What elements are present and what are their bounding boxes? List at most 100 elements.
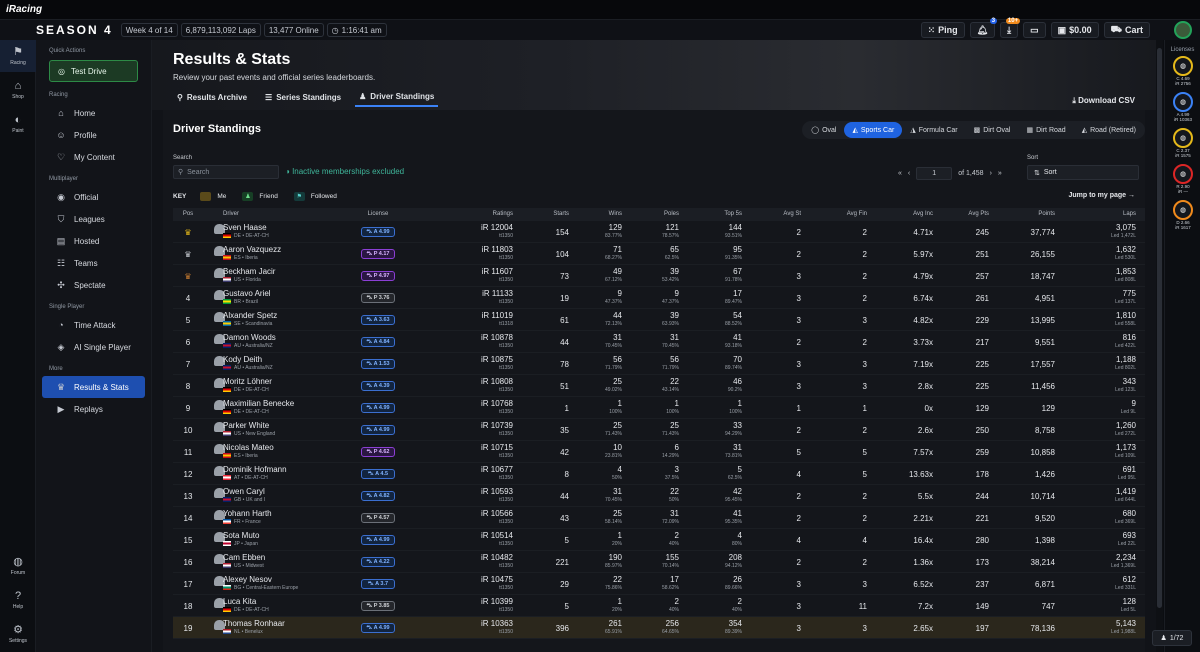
table-row[interactable]: 14 Yohann Harth FR • France ⛍ P 4.57 iR 1056… <box>173 507 1145 529</box>
jump-to-my-page-button[interactable]: Jump to my page → <box>1068 192 1135 199</box>
page-number-input[interactable]: 1 <box>916 167 953 180</box>
driver-name[interactable]: Dominik Hofmann <box>223 465 343 474</box>
driver-name[interactable]: Alexey Nesov <box>223 575 343 584</box>
category-sports-car[interactable]: ◭ Sports Car <box>844 122 903 138</box>
scrollbar-thumb[interactable] <box>1157 48 1162 608</box>
sidebar-item-profile[interactable]: ☺ Profile <box>42 124 145 146</box>
tab-results-archive[interactable]: ⚲ Results Archive <box>173 90 251 107</box>
next-page-button[interactable]: › <box>990 170 992 177</box>
driver-name[interactable]: Alxander Spetz <box>223 311 343 320</box>
scrollbar[interactable] <box>1156 40 1163 652</box>
license-item[interactable]: ◍ C 4.69 iR 2756 <box>1165 56 1200 92</box>
table-row[interactable]: 18 Luca Kita DE • DE-AT-CH ⛍ P 3.85 iR 10399… <box>173 595 1145 617</box>
prev-page-button[interactable]: ‹ <box>908 170 910 177</box>
sidebar-item-my-content[interactable]: ♡ My Content <box>42 146 145 168</box>
driver-name[interactable]: Moritz Löhner <box>223 377 343 386</box>
driver-name[interactable]: Yohann Harth <box>223 509 343 518</box>
driver-name[interactable]: Parker White <box>223 421 343 430</box>
license-item[interactable]: ◍ D 2.66 iR 1617 <box>1165 200 1200 236</box>
column-header[interactable]: Avg Fin <box>823 208 867 221</box>
inactive-memberships-note[interactable]: ◑ Inactive memberships excluded <box>285 167 404 176</box>
driver-name[interactable]: Beckham Jacir <box>223 267 343 276</box>
sidebar-item-hosted[interactable]: ▤ Hosted <box>42 230 145 252</box>
sidebar-item-time-attack[interactable]: ◔ Time Attack <box>42 314 145 336</box>
table-row[interactable]: ♛ Sven Haase DE • DE-AT-CH ⛍ A 4.99 iR 12004… <box>173 221 1145 243</box>
column-header[interactable]: Top 5s <box>688 208 742 221</box>
downloads-button[interactable]: ⤓ 10+ <box>1000 18 1021 38</box>
driver-name[interactable]: Sota Muto <box>223 531 343 540</box>
driver-name[interactable]: Owen Caryl <box>223 487 343 496</box>
column-header[interactable]: Avg Pts <box>943 208 989 221</box>
sidebar-item-leagues[interactable]: ⛉ Leagues <box>42 208 145 230</box>
table-row[interactable]: 16 Cam Ebben US • Midwest ⛍ A 4.22 iR 10482 t… <box>173 551 1145 573</box>
category-oval[interactable]: ◯ Oval <box>803 122 844 138</box>
driver-name[interactable]: Thomas Ronhaar <box>223 619 343 628</box>
test-drive-button[interactable]: ◎ Test Drive <box>49 60 138 82</box>
table-row[interactable]: ♛ Aaron Vazquezz ES • Iberia ⛍ P 4.17 iR 118… <box>173 243 1145 265</box>
table-row[interactable]: 11 Nicolas Mateo ES • Iberia ⛍ P 4.62 iR 107… <box>173 441 1145 463</box>
sidebar-item-ai-single-player[interactable]: ◈ AI Single Player <box>42 336 145 358</box>
rail-racing[interactable]: ⚑ Racing <box>0 40 36 72</box>
sidebar-item-replays[interactable]: ▶ Replays <box>42 398 145 420</box>
table-row[interactable]: 19 Thomas Ronhaar NL • Benelux ⛍ A 4.99 iR 1… <box>173 617 1145 639</box>
rail-forum[interactable]: ◍ Forum <box>0 550 36 582</box>
column-header[interactable]: Wins <box>578 208 622 221</box>
rail-help[interactable]: ? Help <box>0 584 36 616</box>
sidebar-item-official[interactable]: ◉ Official <box>42 186 145 208</box>
column-header[interactable]: Starts <box>523 208 569 221</box>
table-row[interactable]: 12 Dominik Hofmann AT • DE-AT-CH ⛍ A 4.5 iR … <box>173 463 1145 485</box>
column-header[interactable]: Ratings <box>463 208 513 221</box>
column-header[interactable]: Points <box>1003 208 1055 221</box>
driver-name[interactable]: Sven Haase <box>223 223 343 232</box>
last-page-button[interactable]: » <box>998 170 1002 177</box>
sidebar-item-spectate[interactable]: ✣ Spectate <box>42 274 145 296</box>
table-row[interactable]: 13 Owen Caryl GB • UK and I ⛍ A 4.82 iR 1059… <box>173 485 1145 507</box>
column-header[interactable]: Pos <box>177 208 199 221</box>
license-item[interactable]: ◍ A 4.99 iR 10363 <box>1165 92 1200 128</box>
category-formula-car[interactable]: ◮ Formula Car <box>902 122 965 138</box>
table-row[interactable]: 6 Damon Woods AU • Australia/NZ ⛍ A 4.84 iR … <box>173 331 1145 353</box>
rail-paint[interactable]: ◐ Paint <box>0 108 36 140</box>
driver-name[interactable]: Damon Woods <box>223 333 343 342</box>
category-dirt-oval[interactable]: ▩ Dirt Oval <box>966 122 1019 138</box>
category-road-retired[interactable]: ◭ Road (Retired) <box>1074 122 1144 138</box>
rail-settings[interactable]: ⚙ Settings <box>0 618 36 650</box>
driver-name[interactable]: Gustavo Ariel <box>223 289 343 298</box>
sidebar-item-home[interactable]: ⌂ Home <box>42 102 145 124</box>
license-item[interactable]: ◍ R 2.90 iR — <box>1165 164 1200 200</box>
table-row[interactable]: 5 Alxander Spetz SE • Scandinavia ⛍ A 3.63 i… <box>173 309 1145 331</box>
notifications-button[interactable]: 🔔︎ 3 <box>969 18 998 38</box>
wallet-button[interactable]: ▣ $0.00 <box>1050 22 1099 38</box>
column-header[interactable]: Driver <box>223 208 343 221</box>
driver-name[interactable]: Maximilian Benecke <box>223 399 343 408</box>
driver-name[interactable]: Kody Deith <box>223 355 343 364</box>
tab-series-standings[interactable]: ☰ Series Standings <box>261 90 345 107</box>
table-row[interactable]: 17 Alexey Nesov BG • Central-Eastern Europ… <box>173 573 1145 595</box>
column-header[interactable]: License <box>348 208 408 221</box>
column-header[interactable]: Avg Inc <box>883 208 933 221</box>
table-row[interactable]: 4 Gustavo Ariel BR • Brazil ⛍ P 3.76 iR 1113… <box>173 287 1145 309</box>
sort-select[interactable]: ⇅ Sort <box>1027 165 1139 180</box>
column-header[interactable]: Avg St <box>765 208 801 221</box>
driver-name[interactable]: Luca Kita <box>223 597 343 606</box>
license-item[interactable]: ◍ C 2.37 iR 1575 <box>1165 128 1200 164</box>
table-row[interactable]: ♛ Beckham Jacir US • Florida ⛍ P 4.97 iR 116… <box>173 265 1145 287</box>
sidebar-item-results-stats[interactable]: ♛ Results & Stats <box>42 376 145 398</box>
ping-button[interactable]: ⁙ Ping <box>920 22 965 38</box>
driver-name[interactable]: Aaron Vazquezz <box>223 245 343 254</box>
driver-name[interactable]: Nicolas Mateo <box>223 443 343 452</box>
column-header[interactable]: Poles <box>631 208 679 221</box>
download-csv-button[interactable]: ⤓ Download CSV <box>1072 96 1135 106</box>
driver-name[interactable]: Cam Ebben <box>223 553 343 562</box>
chat-button[interactable]: ▭ <box>1023 22 1046 38</box>
table-row[interactable]: 8 Moritz Löhner DE • DE-AT-CH ⛍ A 4.39 iR 10… <box>173 375 1145 397</box>
table-row[interactable]: 10 Parker White US • New England ⛍ A 4.99 iR… <box>173 419 1145 441</box>
table-row[interactable]: 7 Kody Deith AU • Australia/NZ ⛍ A 1.53 iR 1… <box>173 353 1145 375</box>
user-avatar[interactable] <box>1174 21 1192 39</box>
cart-button[interactable]: ⛟ Cart <box>1103 22 1150 38</box>
first-page-button[interactable]: « <box>898 170 902 177</box>
sidebar-item-teams[interactable]: ☷ Teams <box>42 252 145 274</box>
table-row[interactable]: 15 Sota Muto JP • Japan ⛍ A 4.99 iR 10514 tt1… <box>173 529 1145 551</box>
search-input[interactable]: ⚲ Search <box>173 165 279 179</box>
rail-shop[interactable]: ⌂ Shop <box>0 74 36 106</box>
